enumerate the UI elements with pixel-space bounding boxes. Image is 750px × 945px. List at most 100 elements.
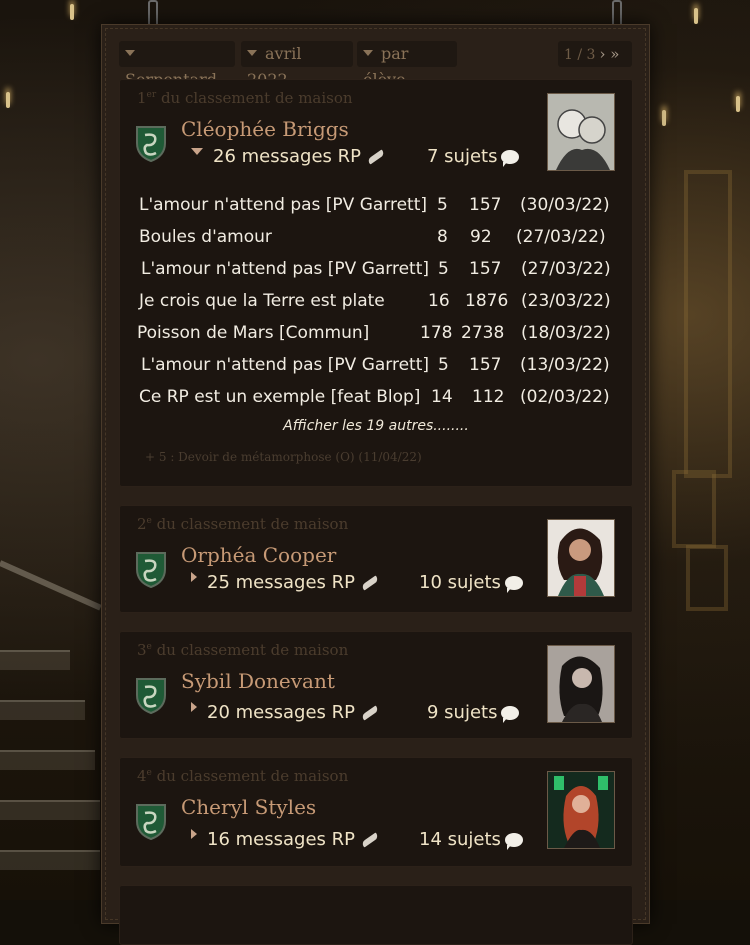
subject-stats: 10 sujets: [419, 572, 523, 593]
avatar[interactable]: [547, 645, 615, 723]
list-item[interactable]: Poisson de Mars [Commun] 178 2738 (18/03…: [137, 317, 619, 349]
topic-date: (27/03/22): [516, 227, 606, 247]
message-count: 25 messages RP: [207, 572, 355, 593]
message-stats[interactable]: 20 messages RP: [191, 702, 380, 723]
caret-right-icon[interactable]: [191, 829, 197, 839]
stair-rail: [0, 560, 102, 611]
caret-right-icon[interactable]: [191, 572, 197, 582]
topic-posts: 16: [428, 291, 450, 311]
rank-label: 2e du classement de maison: [137, 515, 349, 533]
subject-stats: 7 sujets: [427, 146, 520, 167]
stair-step: [0, 650, 70, 670]
topic-date: (27/03/22): [521, 259, 611, 279]
list-item[interactable]: Boules d'amour 8 92 (27/03/22): [139, 221, 619, 253]
message-count: 16 messages RP: [207, 829, 355, 850]
member-name[interactable]: Cheryl Styles: [181, 795, 316, 819]
subject-count: 14 sujets: [419, 829, 501, 850]
mode-select[interactable]: par élève: [357, 41, 457, 89]
caret-down-icon: [363, 49, 373, 56]
member-name[interactable]: Sybil Donevant: [181, 669, 335, 693]
ranking-card-1: 1er du classement de maison Cléophée Bri…: [119, 79, 633, 487]
quill-icon: [360, 575, 380, 591]
topic-date: (30/03/22): [520, 195, 610, 215]
candle: [694, 8, 698, 24]
house-select[interactable]: Serpentard: [119, 41, 235, 89]
topic-words: 157: [469, 355, 502, 375]
topic-date: (18/03/22): [521, 323, 611, 343]
topic-posts: 8: [437, 227, 448, 247]
list-item[interactable]: L'amour n'attend pas [PV Garrett] 5 157 …: [139, 189, 619, 221]
month-select[interactable]: avril 2022: [241, 41, 353, 89]
topic-title[interactable]: Je crois que la Terre est plate: [139, 285, 385, 317]
stair-step: [0, 850, 100, 870]
topic-words: 157: [469, 259, 502, 279]
stair-step: [0, 700, 85, 720]
topic-words: 112: [472, 387, 505, 407]
candle: [662, 110, 666, 126]
topic-date: (23/03/22): [521, 291, 611, 311]
filter-toolbar: Serpentard avril 2022 par élève 1 / 3› »: [119, 41, 632, 89]
avatar[interactable]: [547, 93, 615, 171]
topic-title[interactable]: L'amour n'attend pas [PV Garrett]: [139, 189, 427, 221]
quill-icon: [360, 832, 380, 848]
stair-step: [0, 800, 100, 820]
topic-posts: 14: [431, 387, 453, 407]
topic-title[interactable]: Ce RP est un exemple [feat Blop]: [139, 381, 420, 413]
member-name[interactable]: Orphéa Cooper: [181, 543, 336, 567]
topic-date: (02/03/22): [520, 387, 610, 407]
topic-posts: 5: [438, 355, 449, 375]
slytherin-crest-icon: [136, 678, 166, 715]
topic-date: (13/03/22): [520, 355, 610, 375]
rank-label: 3e du classement de maison: [137, 641, 349, 659]
topic-posts: 178: [420, 323, 453, 343]
message-count: 26 messages RP: [213, 146, 361, 167]
caret-down-icon[interactable]: [191, 147, 203, 155]
candle: [6, 92, 10, 108]
caret-right-icon[interactable]: [191, 702, 197, 712]
ranking-panel: Serpentard avril 2022 par élève 1 / 3› »…: [101, 24, 650, 945]
ranking-card-2: 2e du classement de maison Orphéa Cooper…: [119, 505, 633, 613]
message-count: 20 messages RP: [207, 702, 355, 723]
avatar[interactable]: [547, 519, 615, 597]
stair-step: [0, 750, 95, 770]
subject-stats: 14 sujets: [419, 829, 523, 850]
message-stats[interactable]: 26 messages RP: [191, 146, 386, 167]
topic-title[interactable]: L'amour n'attend pas [PV Garrett]: [141, 349, 429, 381]
caret-down-icon: [247, 49, 257, 56]
painting-frame: [672, 470, 716, 548]
ranking-card-3: 3e du classement de maison Sybil Donevan…: [119, 631, 633, 739]
caret-down-icon: [125, 49, 135, 56]
topic-title[interactable]: Boules d'amour: [139, 221, 272, 253]
topic-list: L'amour n'attend pas [PV Garrett] 5 157 …: [137, 189, 619, 413]
candle: [736, 96, 740, 112]
pagination: 1 / 3 › »: [558, 41, 632, 67]
message-stats[interactable]: 16 messages RP: [191, 829, 380, 850]
topic-words: 2738: [461, 323, 505, 343]
page-indicator: 1 / 3: [564, 47, 596, 63]
member-name[interactable]: Cléophée Briggs: [181, 117, 349, 141]
speech-bubble-icon: [504, 576, 523, 593]
rank-label: 1er du classement de maison: [137, 89, 353, 107]
subject-count: 7 sujets: [427, 146, 498, 167]
speech-bubble-icon: [504, 833, 523, 850]
list-item[interactable]: Je crois que la Terre est plate 16 1876 …: [139, 285, 619, 317]
list-item[interactable]: L'amour n'attend pas [PV Garrett] 5 157 …: [139, 349, 619, 381]
message-stats[interactable]: 25 messages RP: [191, 572, 380, 593]
list-item[interactable]: Ce RP est un exemple [feat Blop] 14 112 …: [139, 381, 619, 413]
avatar[interactable]: [547, 771, 615, 849]
slytherin-crest-icon: [136, 126, 166, 163]
next-page-button[interactable]: ›: [599, 45, 605, 63]
painting-frame: [684, 170, 732, 478]
homework-bonus: + 5 : Devoir de métamorphose (O) (11/04/…: [145, 450, 422, 464]
subject-count: 9 sujets: [427, 702, 498, 723]
show-more-link[interactable]: Afficher les 19 autres........: [119, 418, 633, 434]
last-page-button[interactable]: »: [610, 45, 619, 63]
quill-icon: [366, 149, 386, 165]
subject-count: 10 sujets: [419, 572, 501, 593]
quill-icon: [360, 705, 380, 721]
topic-posts: 5: [438, 259, 449, 279]
topic-title[interactable]: Poisson de Mars [Commun]: [137, 317, 369, 349]
list-item[interactable]: L'amour n'attend pas [PV Garrett] 5 157 …: [139, 253, 619, 285]
slytherin-crest-icon: [136, 804, 166, 841]
topic-title[interactable]: L'amour n'attend pas [PV Garrett]: [141, 253, 429, 285]
